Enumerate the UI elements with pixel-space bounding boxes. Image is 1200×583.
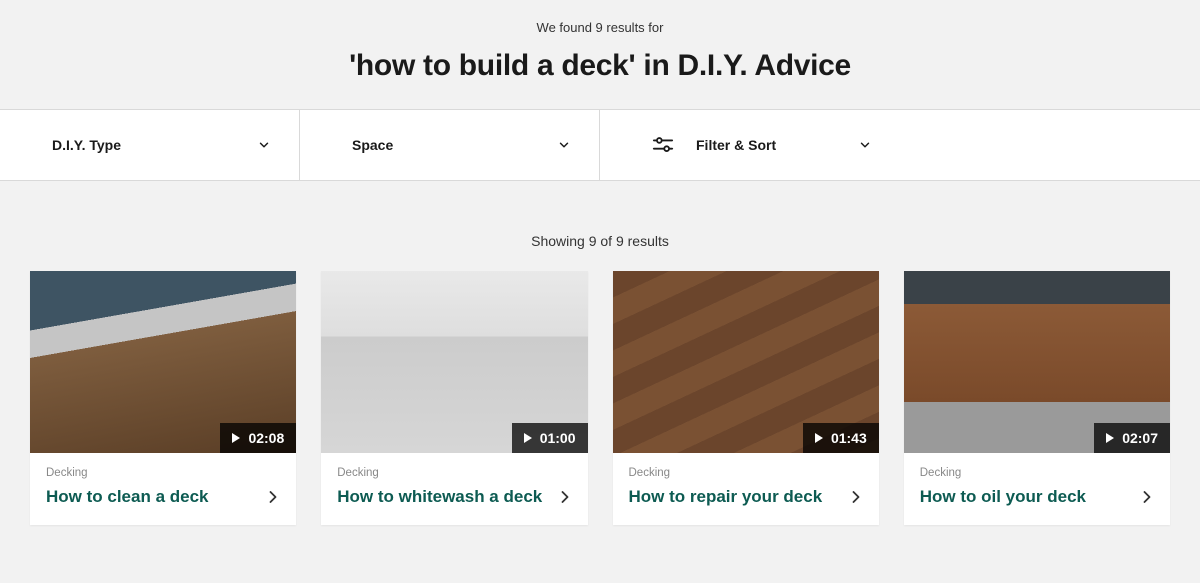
card-thumbnail: 02:08 <box>30 271 296 453</box>
sliders-icon <box>652 136 674 154</box>
showing-text: Showing 9 of 9 results <box>0 181 1200 271</box>
card-body: Decking How to whitewash a deck <box>321 453 587 525</box>
filter-label: Space <box>352 137 393 153</box>
video-duration-badge: 02:07 <box>1094 423 1170 453</box>
result-card[interactable]: 01:43 Decking How to repair your deck <box>613 271 879 525</box>
results-count-text: We found 9 results for <box>0 20 1200 35</box>
play-icon <box>1106 433 1114 443</box>
card-category: Decking <box>920 467 1154 479</box>
filter-label: Filter & Sort <box>696 137 776 153</box>
chevron-right-icon <box>558 490 572 504</box>
play-icon <box>524 433 532 443</box>
chevron-down-icon <box>557 138 571 152</box>
play-icon <box>815 433 823 443</box>
video-duration-badge: 01:43 <box>803 423 879 453</box>
card-title: How to clean a deck <box>46 487 209 507</box>
filter-bar: D.I.Y. Type Space Filter & Sort <box>0 109 1200 181</box>
card-category: Decking <box>629 467 863 479</box>
chevron-down-icon <box>257 138 271 152</box>
video-duration-badge: 01:00 <box>512 423 588 453</box>
card-body: Decking How to clean a deck <box>30 453 296 525</box>
card-body: Decking How to repair your deck <box>613 453 879 525</box>
card-category: Decking <box>46 467 280 479</box>
card-title: How to whitewash a deck <box>337 487 542 507</box>
chevron-right-icon <box>266 490 280 504</box>
results-grid: 02:08 Decking How to clean a deck 01:00 … <box>0 271 1200 525</box>
play-icon <box>232 433 240 443</box>
card-title: How to oil your deck <box>920 487 1086 507</box>
filter-sort[interactable]: Filter & Sort <box>600 110 900 180</box>
result-card[interactable]: 02:07 Decking How to oil your deck <box>904 271 1170 525</box>
filter-label: D.I.Y. Type <box>52 137 121 153</box>
chevron-down-icon <box>858 138 872 152</box>
card-title: How to repair your deck <box>629 487 823 507</box>
search-title: 'how to build a deck' in D.I.Y. Advice <box>0 49 1200 83</box>
card-thumbnail: 01:43 <box>613 271 879 453</box>
card-thumbnail: 02:07 <box>904 271 1170 453</box>
chevron-right-icon <box>1140 490 1154 504</box>
filter-diy-type[interactable]: D.I.Y. Type <box>0 110 300 180</box>
duration-text: 01:43 <box>831 430 867 446</box>
search-header: We found 9 results for 'how to build a d… <box>0 0 1200 109</box>
result-card[interactable]: 02:08 Decking How to clean a deck <box>30 271 296 525</box>
card-thumbnail: 01:00 <box>321 271 587 453</box>
duration-text: 01:00 <box>540 430 576 446</box>
card-body: Decking How to oil your deck <box>904 453 1170 525</box>
filter-space[interactable]: Space <box>300 110 600 180</box>
result-card[interactable]: 01:00 Decking How to whitewash a deck <box>321 271 587 525</box>
video-duration-badge: 02:08 <box>220 423 296 453</box>
duration-text: 02:08 <box>248 430 284 446</box>
duration-text: 02:07 <box>1122 430 1158 446</box>
card-category: Decking <box>337 467 571 479</box>
chevron-right-icon <box>849 490 863 504</box>
